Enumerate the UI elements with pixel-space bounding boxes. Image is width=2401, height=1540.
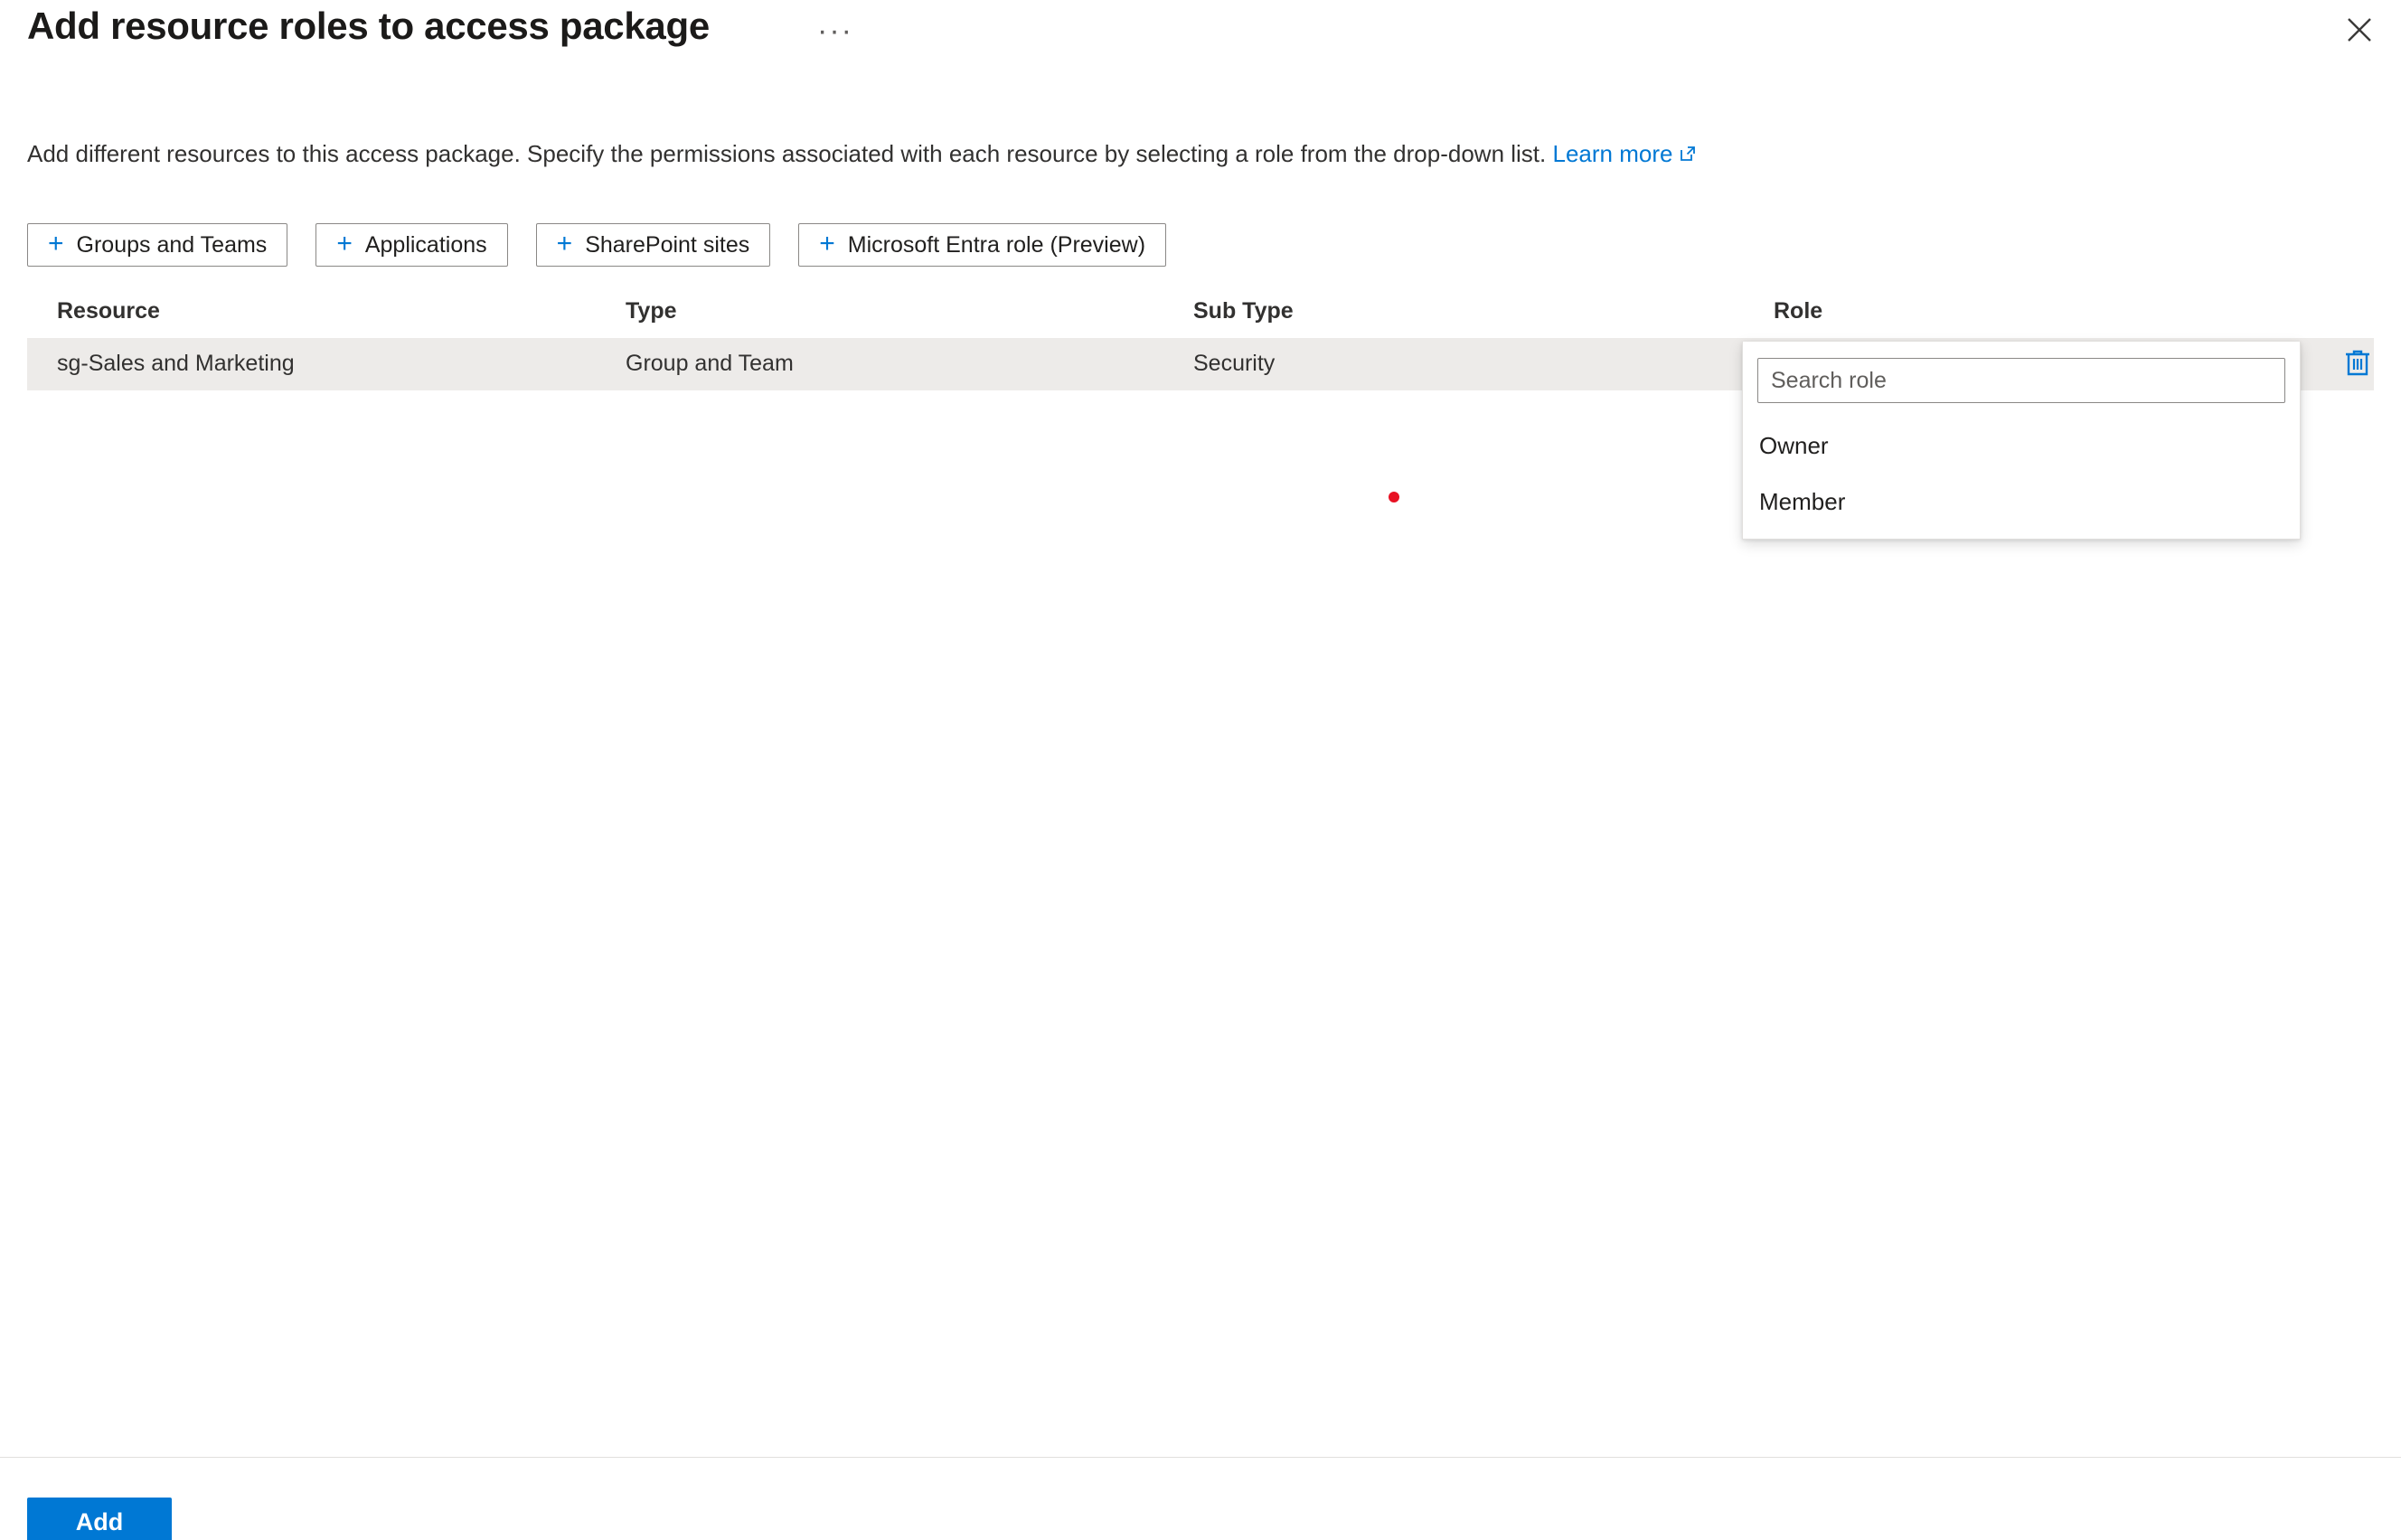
add-resource-roles-panel: Add resource roles to access package ···… bbox=[0, 0, 2401, 1540]
plus-icon: + bbox=[336, 229, 353, 258]
add-applications-label: Applications bbox=[364, 231, 487, 258]
resource-type-action-row: + Groups and Teams + Applications + Shar… bbox=[27, 223, 1167, 267]
column-header-role: Role bbox=[1774, 298, 1823, 324]
role-dropdown-panel: Owner Member bbox=[1742, 342, 2301, 540]
description-text: Add different resources to this access p… bbox=[27, 140, 1547, 167]
add-groups-and-teams-button[interactable]: + Groups and Teams bbox=[27, 223, 288, 267]
cell-sub-type: Security bbox=[1193, 351, 1276, 376]
add-entra-role-label: Microsoft Entra role (Preview) bbox=[847, 231, 1146, 258]
more-options-button[interactable]: ··· bbox=[812, 5, 859, 56]
add-button[interactable]: Add bbox=[27, 1498, 172, 1540]
resource-roles-table: Resource Type Sub Type Role sg-Sales and… bbox=[27, 289, 2374, 540]
plus-icon: + bbox=[819, 229, 835, 258]
role-option-owner[interactable]: Owner bbox=[1757, 418, 2285, 474]
search-role-input[interactable] bbox=[1757, 358, 2285, 403]
add-sharepoint-sites-label: SharePoint sites bbox=[585, 231, 750, 258]
role-option-list: Owner Member bbox=[1757, 418, 2285, 530]
column-header-sub-type: Sub Type bbox=[1193, 298, 1294, 324]
add-applications-button[interactable]: + Applications bbox=[315, 223, 508, 267]
table-header-row: Resource Type Sub Type Role bbox=[27, 289, 2374, 338]
plus-icon: + bbox=[48, 229, 64, 258]
delete-resource-button[interactable] bbox=[2336, 343, 2379, 385]
external-link-icon bbox=[1678, 139, 1698, 172]
column-header-type: Type bbox=[626, 298, 677, 324]
panel-header: Add resource roles to access package ··· bbox=[0, 0, 2401, 87]
add-groups-and-teams-label: Groups and Teams bbox=[76, 231, 268, 258]
trash-icon bbox=[2343, 348, 2372, 381]
learn-more-label: Learn more bbox=[1552, 140, 1673, 167]
column-header-resource: Resource bbox=[57, 298, 160, 324]
panel-description: Add different resources to this access p… bbox=[27, 137, 1698, 172]
cell-type: Group and Team bbox=[626, 351, 794, 376]
plus-icon: + bbox=[556, 229, 573, 258]
add-entra-role-button[interactable]: + Microsoft Entra role (Preview) bbox=[798, 223, 1167, 267]
cell-resource: sg-Sales and Marketing bbox=[57, 351, 295, 376]
footer-divider bbox=[0, 1457, 2401, 1458]
learn-more-link[interactable]: Learn more bbox=[1552, 140, 1698, 167]
add-sharepoint-sites-button[interactable]: + SharePoint sites bbox=[535, 223, 771, 267]
cursor-marker bbox=[1389, 492, 1399, 502]
page-title: Add resource roles to access package bbox=[27, 5, 710, 47]
close-button[interactable] bbox=[2330, 2, 2388, 58]
close-icon bbox=[2346, 16, 2373, 43]
role-option-member[interactable]: Member bbox=[1757, 474, 2285, 530]
